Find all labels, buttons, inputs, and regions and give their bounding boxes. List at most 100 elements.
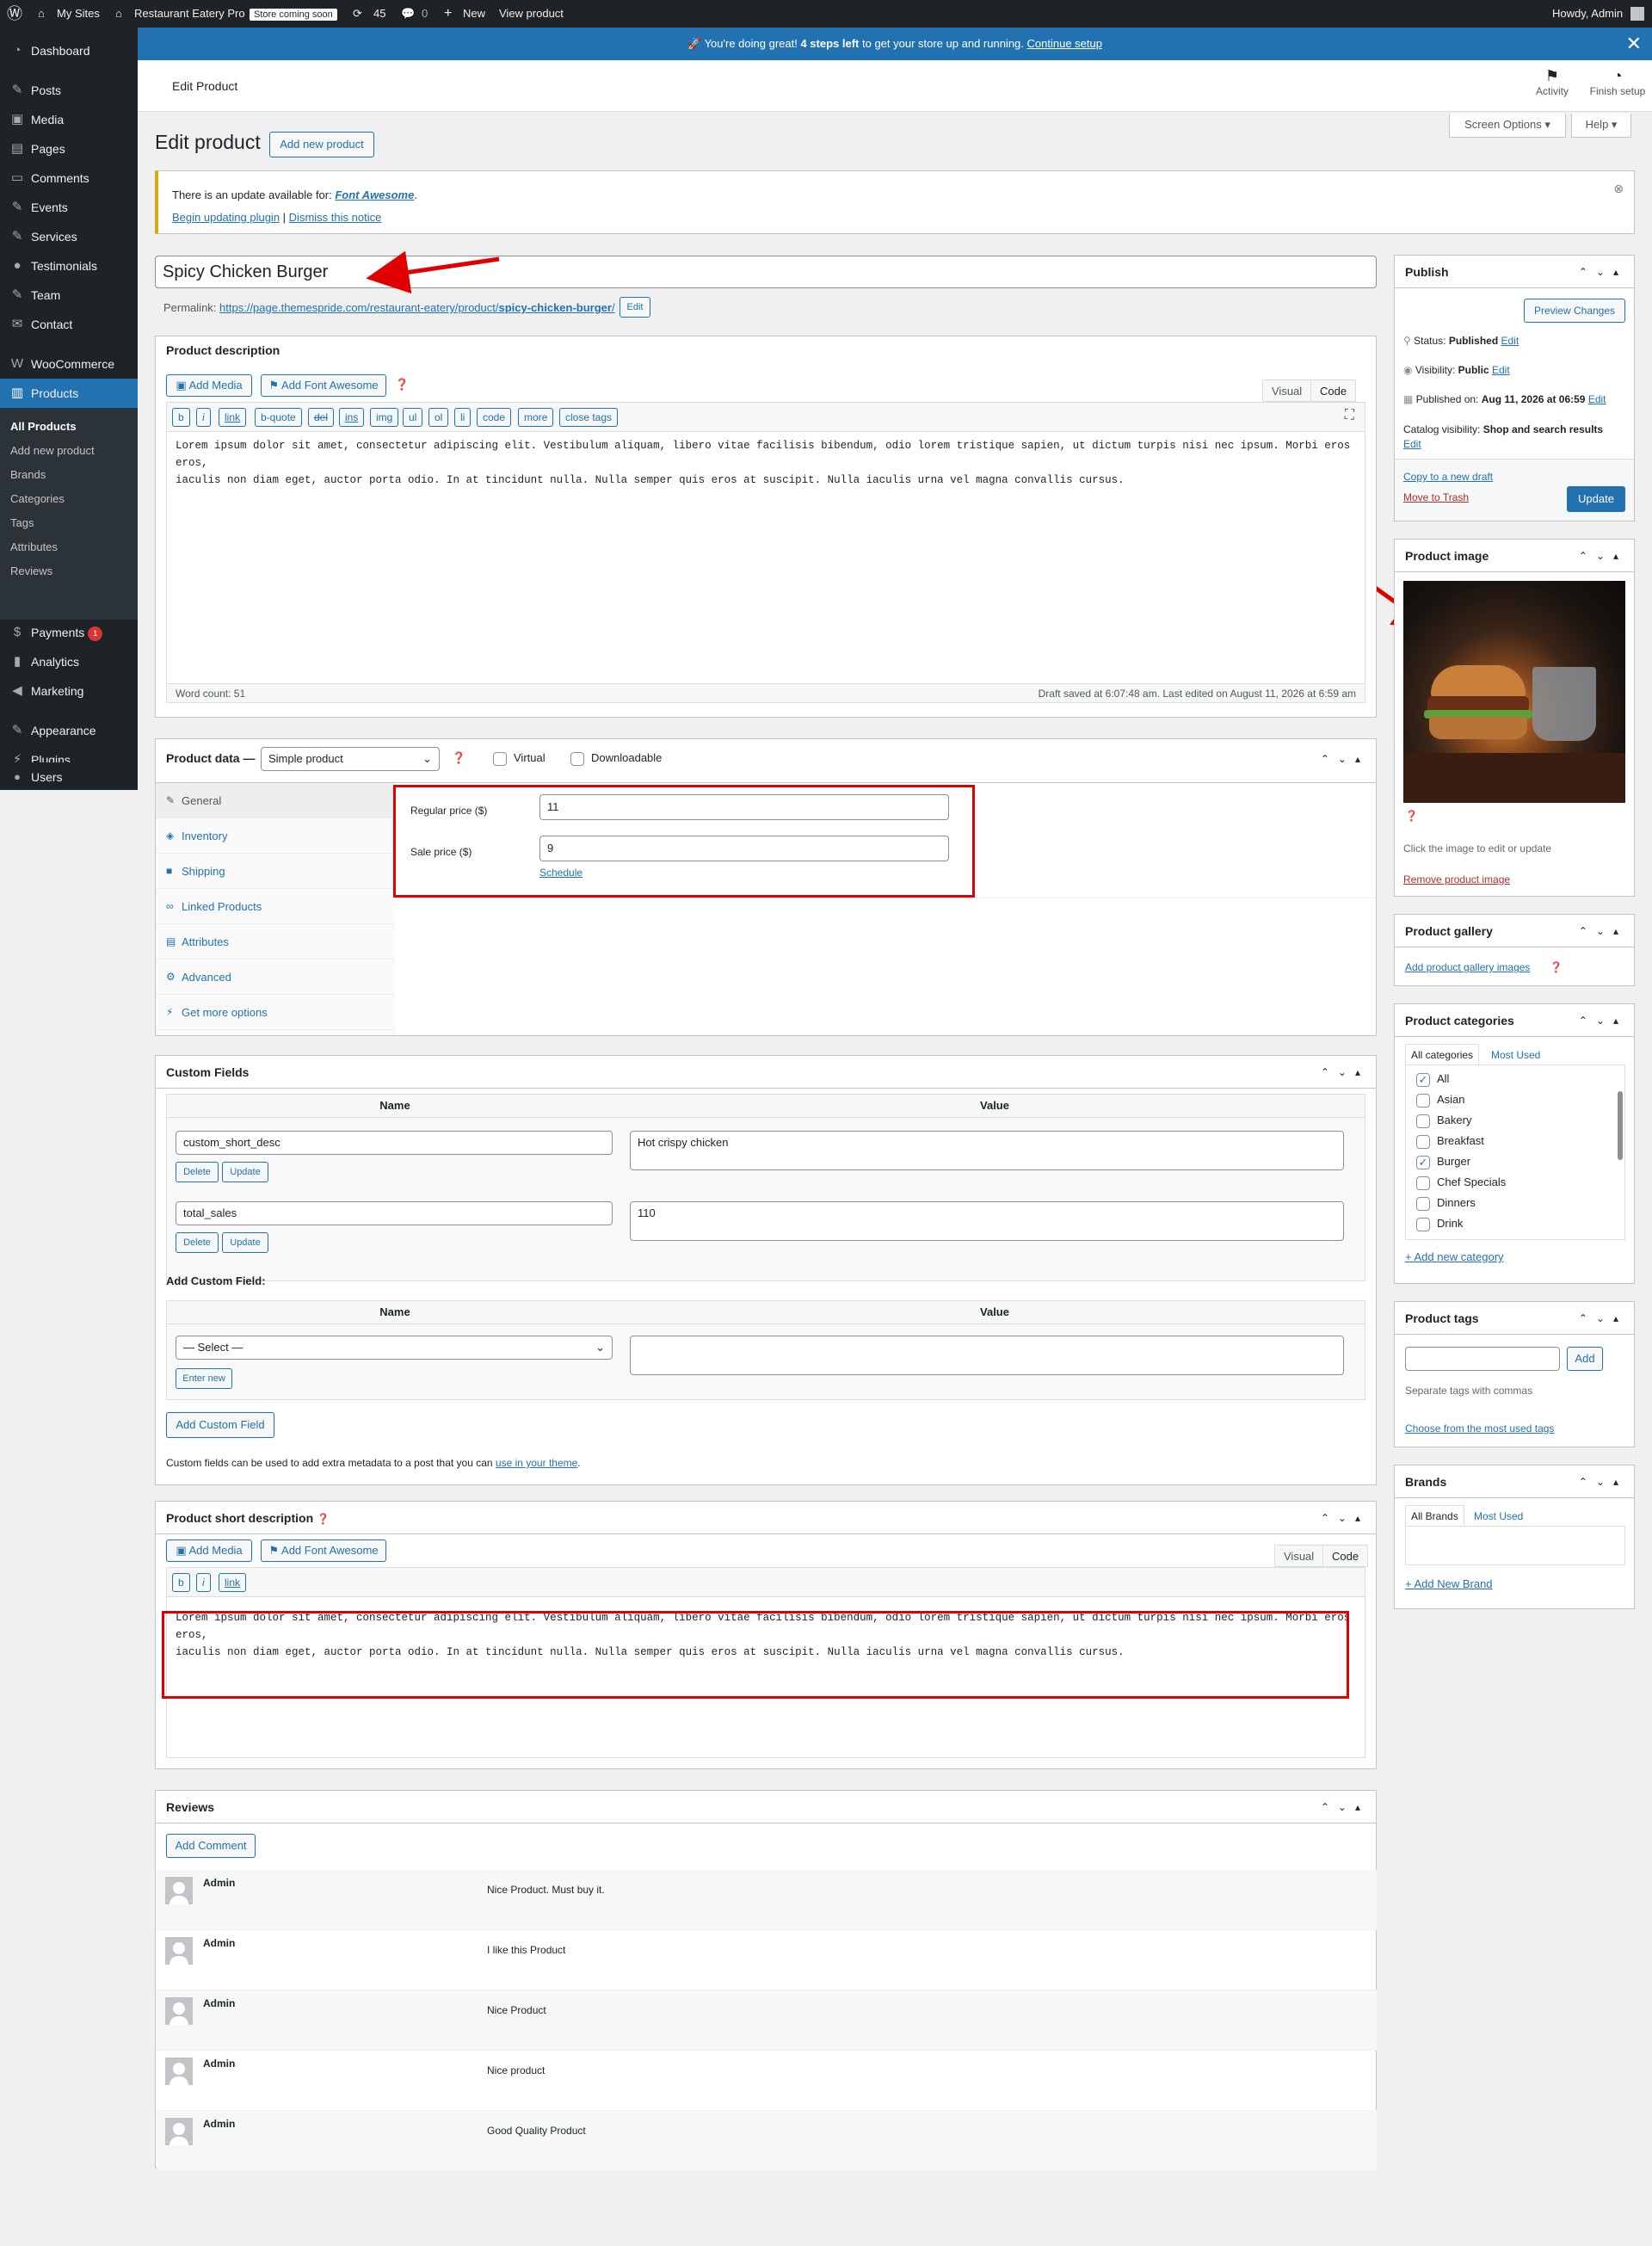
tab-all-categories[interactable]: All categories <box>1405 1044 1480 1064</box>
status-edit-link[interactable]: Edit <box>1501 335 1519 347</box>
description-content-textarea[interactable]: Lorem ipsum dolor sit amet, consectetur … <box>176 437 1363 489</box>
tab-attributes[interactable]: ▤ Attributes <box>156 924 395 959</box>
add-font-awesome-button[interactable]: ⚑ Add Font Awesome <box>261 374 386 397</box>
help-icon[interactable]: ❓ <box>1405 810 1418 822</box>
tag-input[interactable] <box>1405 1347 1560 1371</box>
media-icon: ▣ <box>176 1544 189 1557</box>
update-button[interactable]: Update <box>1567 486 1625 512</box>
move-to-trash-link[interactable]: Move to Trash <box>1403 491 1469 503</box>
choose-most-used-tags-link[interactable]: Choose from the most used tags <box>1405 1422 1554 1435</box>
box-controls[interactable]: ⌃⌄▴ <box>1579 256 1627 288</box>
checkbox-icon <box>570 751 584 766</box>
custom-field-value-textarea[interactable]: Hot crispy chicken <box>630 1131 1344 1170</box>
tab-general[interactable]: ✎ General <box>156 783 395 818</box>
box-controls[interactable]: ⌃⌄▴ <box>1579 540 1627 572</box>
new-custom-field-value-textarea[interactable] <box>630 1336 1344 1375</box>
tab-linked-products[interactable]: ∞ Linked Products <box>156 889 395 924</box>
review-row: Admin Good Quality Product <box>157 2111 1377 2171</box>
category-checkbox-asian[interactable]: Asian <box>1416 1091 1465 1108</box>
tab-visual[interactable]: Visual <box>1262 379 1312 402</box>
tab-inventory[interactable]: ◈ Inventory <box>156 818 395 854</box>
visibility-edit-link[interactable]: Edit <box>1492 364 1510 376</box>
update-custom-field-button[interactable]: Update <box>222 1162 268 1182</box>
qt-ins-button[interactable]: ins <box>339 408 365 427</box>
add-comment-button[interactable]: Add Comment <box>166 1834 256 1858</box>
box-controls[interactable]: ⌃⌄▴ <box>1579 1004 1627 1037</box>
qt-bold-button[interactable]: b <box>172 408 190 427</box>
copy-to-draft-link[interactable]: Copy to a new draft <box>1403 471 1493 483</box>
add-new-category-link[interactable]: + Add new category <box>1405 1250 1504 1263</box>
qt-code-button[interactable]: code <box>477 408 512 427</box>
eye-icon: ◉ <box>1403 364 1415 376</box>
help-icon[interactable]: ❓ <box>1550 961 1563 973</box>
checkbox-icon: ✓ <box>1416 1155 1430 1169</box>
custom-field-name-input[interactable]: custom_short_desc <box>176 1131 613 1155</box>
qt-close-tags-button[interactable]: close tags <box>559 408 619 427</box>
preview-changes-button[interactable]: Preview Changes <box>1524 299 1625 323</box>
use-in-theme-link[interactable]: use in your theme <box>496 1457 577 1469</box>
tab-code[interactable]: Code <box>1322 1545 1369 1567</box>
qt-del-button[interactable]: del <box>308 408 335 427</box>
category-checkbox-burger[interactable]: ✓ Burger <box>1416 1153 1470 1170</box>
box-controls[interactable]: ⌃⌄▴ <box>1579 1465 1627 1498</box>
tab-most-used-brands[interactable]: Most Used <box>1474 1510 1523 1522</box>
enter-new-button[interactable]: Enter new <box>176 1368 232 1389</box>
qt-img-button[interactable]: img <box>370 408 399 427</box>
virtual-checkbox[interactable]: Virtual <box>493 751 546 766</box>
qt-italic-button[interactable]: i <box>196 1573 211 1592</box>
help-icon[interactable]: ❓ <box>317 1513 330 1525</box>
add-tag-button[interactable]: Add <box>1567 1347 1603 1371</box>
scrollbar[interactable] <box>1618 1091 1623 1160</box>
fullscreen-icon[interactable]: ⛶ <box>1345 408 1354 423</box>
truck-icon: ■ <box>166 865 173 877</box>
add-gallery-images-link[interactable]: Add product gallery images <box>1405 961 1530 973</box>
qt-bold-button[interactable]: b <box>172 1573 190 1592</box>
custom-field-name-input[interactable]: total_sales <box>176 1201 613 1225</box>
catalog-edit-link[interactable]: Edit <box>1403 438 1421 450</box>
qt-bquote-button[interactable]: b-quote <box>255 408 302 427</box>
update-custom-field-button[interactable]: Update <box>222 1232 268 1253</box>
delete-custom-field-button[interactable]: Delete <box>176 1162 219 1182</box>
add-new-brand-link[interactable]: + Add New Brand <box>1405 1577 1493 1590</box>
category-checkbox-dinners[interactable]: Dinners <box>1416 1194 1476 1212</box>
tab-shipping[interactable]: ■ Shipping <box>156 854 395 889</box>
tab-all-brands[interactable]: All Brands <box>1405 1505 1464 1526</box>
custom-field-key-select[interactable]: — Select — ⌄ <box>176 1336 613 1360</box>
category-checkbox-bakery[interactable]: Bakery <box>1416 1112 1471 1129</box>
tab-code[interactable]: Code <box>1310 379 1357 402</box>
box-controls[interactable]: ⌃⌄▴ <box>1321 1502 1369 1534</box>
add-media-button[interactable]: ▣ Add Media <box>166 1539 252 1562</box>
custom-field-value-textarea[interactable]: 110 <box>630 1201 1344 1241</box>
published-edit-link[interactable]: Edit <box>1588 393 1606 405</box>
add-media-button[interactable]: ▣ Add Media <box>166 374 252 397</box>
product-image[interactable] <box>1403 581 1625 803</box>
product-type-select[interactable]: Simple product ⌄ <box>261 747 440 771</box>
help-icon[interactable]: ❓ <box>395 378 409 392</box>
qt-li-button[interactable]: li <box>454 408 472 427</box>
qt-ul-button[interactable]: ul <box>403 408 423 427</box>
category-checkbox-breakfast[interactable]: Breakfast <box>1416 1132 1484 1150</box>
qt-italic-button[interactable]: i <box>196 408 211 427</box>
tab-advanced[interactable]: ⚙ Advanced <box>156 959 395 995</box>
downloadable-checkbox[interactable]: Downloadable <box>570 751 662 766</box>
box-controls[interactable]: ⌃⌄▴ <box>1579 1302 1627 1335</box>
qt-link-button[interactable]: link <box>219 408 247 427</box>
category-checkbox-chef-specials[interactable]: Chef Specials <box>1416 1174 1506 1191</box>
tab-most-used[interactable]: Most Used <box>1491 1049 1540 1061</box>
box-controls[interactable]: ⌃⌄▴ <box>1321 743 1369 775</box>
help-icon[interactable]: ❓ <box>452 751 465 765</box>
delete-custom-field-button[interactable]: Delete <box>176 1232 219 1253</box>
category-checkbox-all[interactable]: ✓ All <box>1416 1071 1449 1088</box>
qt-ol-button[interactable]: ol <box>428 408 449 427</box>
remove-product-image-link[interactable]: Remove product image <box>1403 873 1510 885</box>
category-checkbox-drink[interactable]: Drink <box>1416 1215 1463 1232</box>
tab-visual[interactable]: Visual <box>1274 1545 1324 1567</box>
qt-more-button[interactable]: more <box>518 408 554 427</box>
box-controls[interactable]: ⌃⌄▴ <box>1321 1791 1369 1823</box>
box-controls[interactable]: ⌃⌄▴ <box>1321 1056 1369 1089</box>
tab-get-more-options[interactable]: ⚡ Get more options <box>156 995 395 1030</box>
box-controls[interactable]: ⌃⌄▴ <box>1579 915 1627 947</box>
qt-link-button[interactable]: link <box>219 1573 247 1592</box>
add-font-awesome-button[interactable]: ⚑ Add Font Awesome <box>261 1539 386 1562</box>
add-custom-field-button[interactable]: Add Custom Field <box>166 1412 274 1438</box>
